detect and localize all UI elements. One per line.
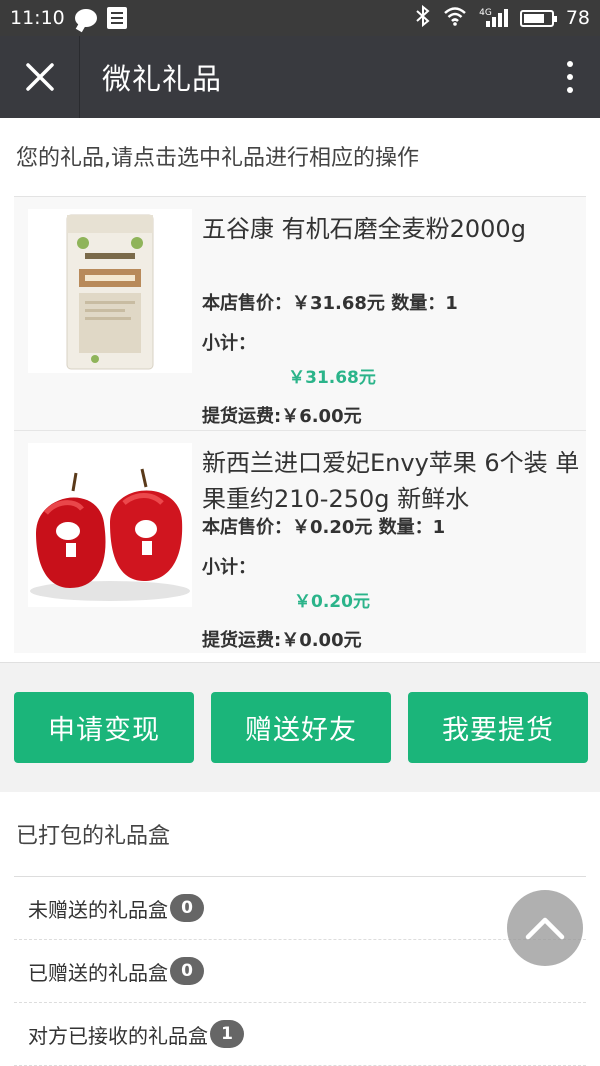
pickup-button[interactable]: 我要提货 [408, 692, 588, 763]
gift-price: 本店售价：￥0.20元 数量：1 [202, 517, 446, 538]
network-type: 4G [479, 8, 492, 18]
apples-image [28, 443, 192, 607]
gift-name: 新西兰进口爱妃Envy苹果 6个装 单果重约210-250g 新鲜水 [202, 449, 580, 513]
gift-item[interactable]: 五谷康 有机石磨全麦粉2000g 本店售价：￥31.68元 数量：1 小计： ￥… [14, 197, 586, 431]
subtotal-value: ￥0.20元 [294, 592, 370, 612]
battery-level: 78 [565, 7, 590, 29]
packed-box-item-received[interactable]: 对方已接收的礼品盒 1 [14, 1003, 586, 1066]
subtotal-label: 小计： [202, 333, 256, 354]
gift-list: 五谷康 有机石磨全麦粉2000g 本店售价：￥31.68元 数量：1 小计： ￥… [14, 196, 586, 653]
packed-box-item-unsent[interactable]: 未赠送的礼品盒 0 [14, 877, 586, 940]
more-dot-icon [567, 87, 573, 93]
cash-out-button[interactable]: 申请变现 [14, 692, 194, 763]
message-icon [74, 9, 97, 27]
count-badge: 0 [170, 957, 204, 985]
packed-box-list: 未赠送的礼品盒 0 已赠送的礼品盒 0 对方已接收的礼品盒 1 [14, 876, 586, 1066]
shipping-fee: 提货运费:￥6.00元 [202, 406, 362, 427]
gift-price: 本店售价：￥31.68元 数量：1 [202, 293, 458, 314]
more-dot-icon [567, 61, 573, 67]
packed-section-title: 已打包的礼品盒 [16, 824, 171, 849]
gift-name: 五谷康 有机石磨全麦粉2000g [202, 215, 526, 243]
navbar: 微礼礼品 [0, 36, 600, 118]
more-menu-button[interactable] [540, 36, 600, 118]
packed-box-label: 对方已接收的礼品盒 [28, 1023, 208, 1048]
shipping-fee: 提货运费:￥0.00元 [202, 630, 362, 651]
more-dot-icon [567, 74, 573, 80]
packed-box-label: 未赠送的礼品盒 [28, 897, 168, 922]
packed-box-item-sent[interactable]: 已赠送的礼品盒 0 [14, 940, 586, 1003]
battery-icon [519, 9, 557, 27]
back-to-top-button[interactable] [507, 890, 583, 966]
gift-item[interactable]: 新西兰进口爱妃Envy苹果 6个装 单果重约210-250g 新鲜水 本店售价：… [14, 431, 586, 653]
count-badge: 1 [210, 1020, 244, 1048]
wifi-icon [443, 6, 467, 31]
instruction-text: 您的礼品,请点击选中礼品进行相应的操作 [16, 146, 419, 171]
close-button[interactable] [0, 36, 80, 118]
page-title: 微礼礼品 [102, 62, 223, 96]
flour-bag-image [28, 209, 192, 373]
action-buttons: 申请变现 赠送好友 我要提货 [14, 692, 588, 763]
close-icon [25, 63, 54, 91]
status-time: 11:10 [10, 7, 65, 29]
gift-friend-button[interactable]: 赠送好友 [211, 692, 391, 763]
count-badge: 0 [170, 894, 204, 922]
subtotal-label: 小计： [202, 557, 256, 578]
chevron-up-icon [525, 917, 565, 940]
signal-icon: 4G [479, 9, 508, 27]
bluetooth-icon [415, 4, 431, 32]
subtotal-value: ￥31.68元 [288, 368, 376, 388]
packed-box-label: 已赠送的礼品盒 [28, 960, 168, 985]
notification-icon [106, 7, 127, 29]
status-bar: 11:10 4G 78 [0, 0, 600, 36]
